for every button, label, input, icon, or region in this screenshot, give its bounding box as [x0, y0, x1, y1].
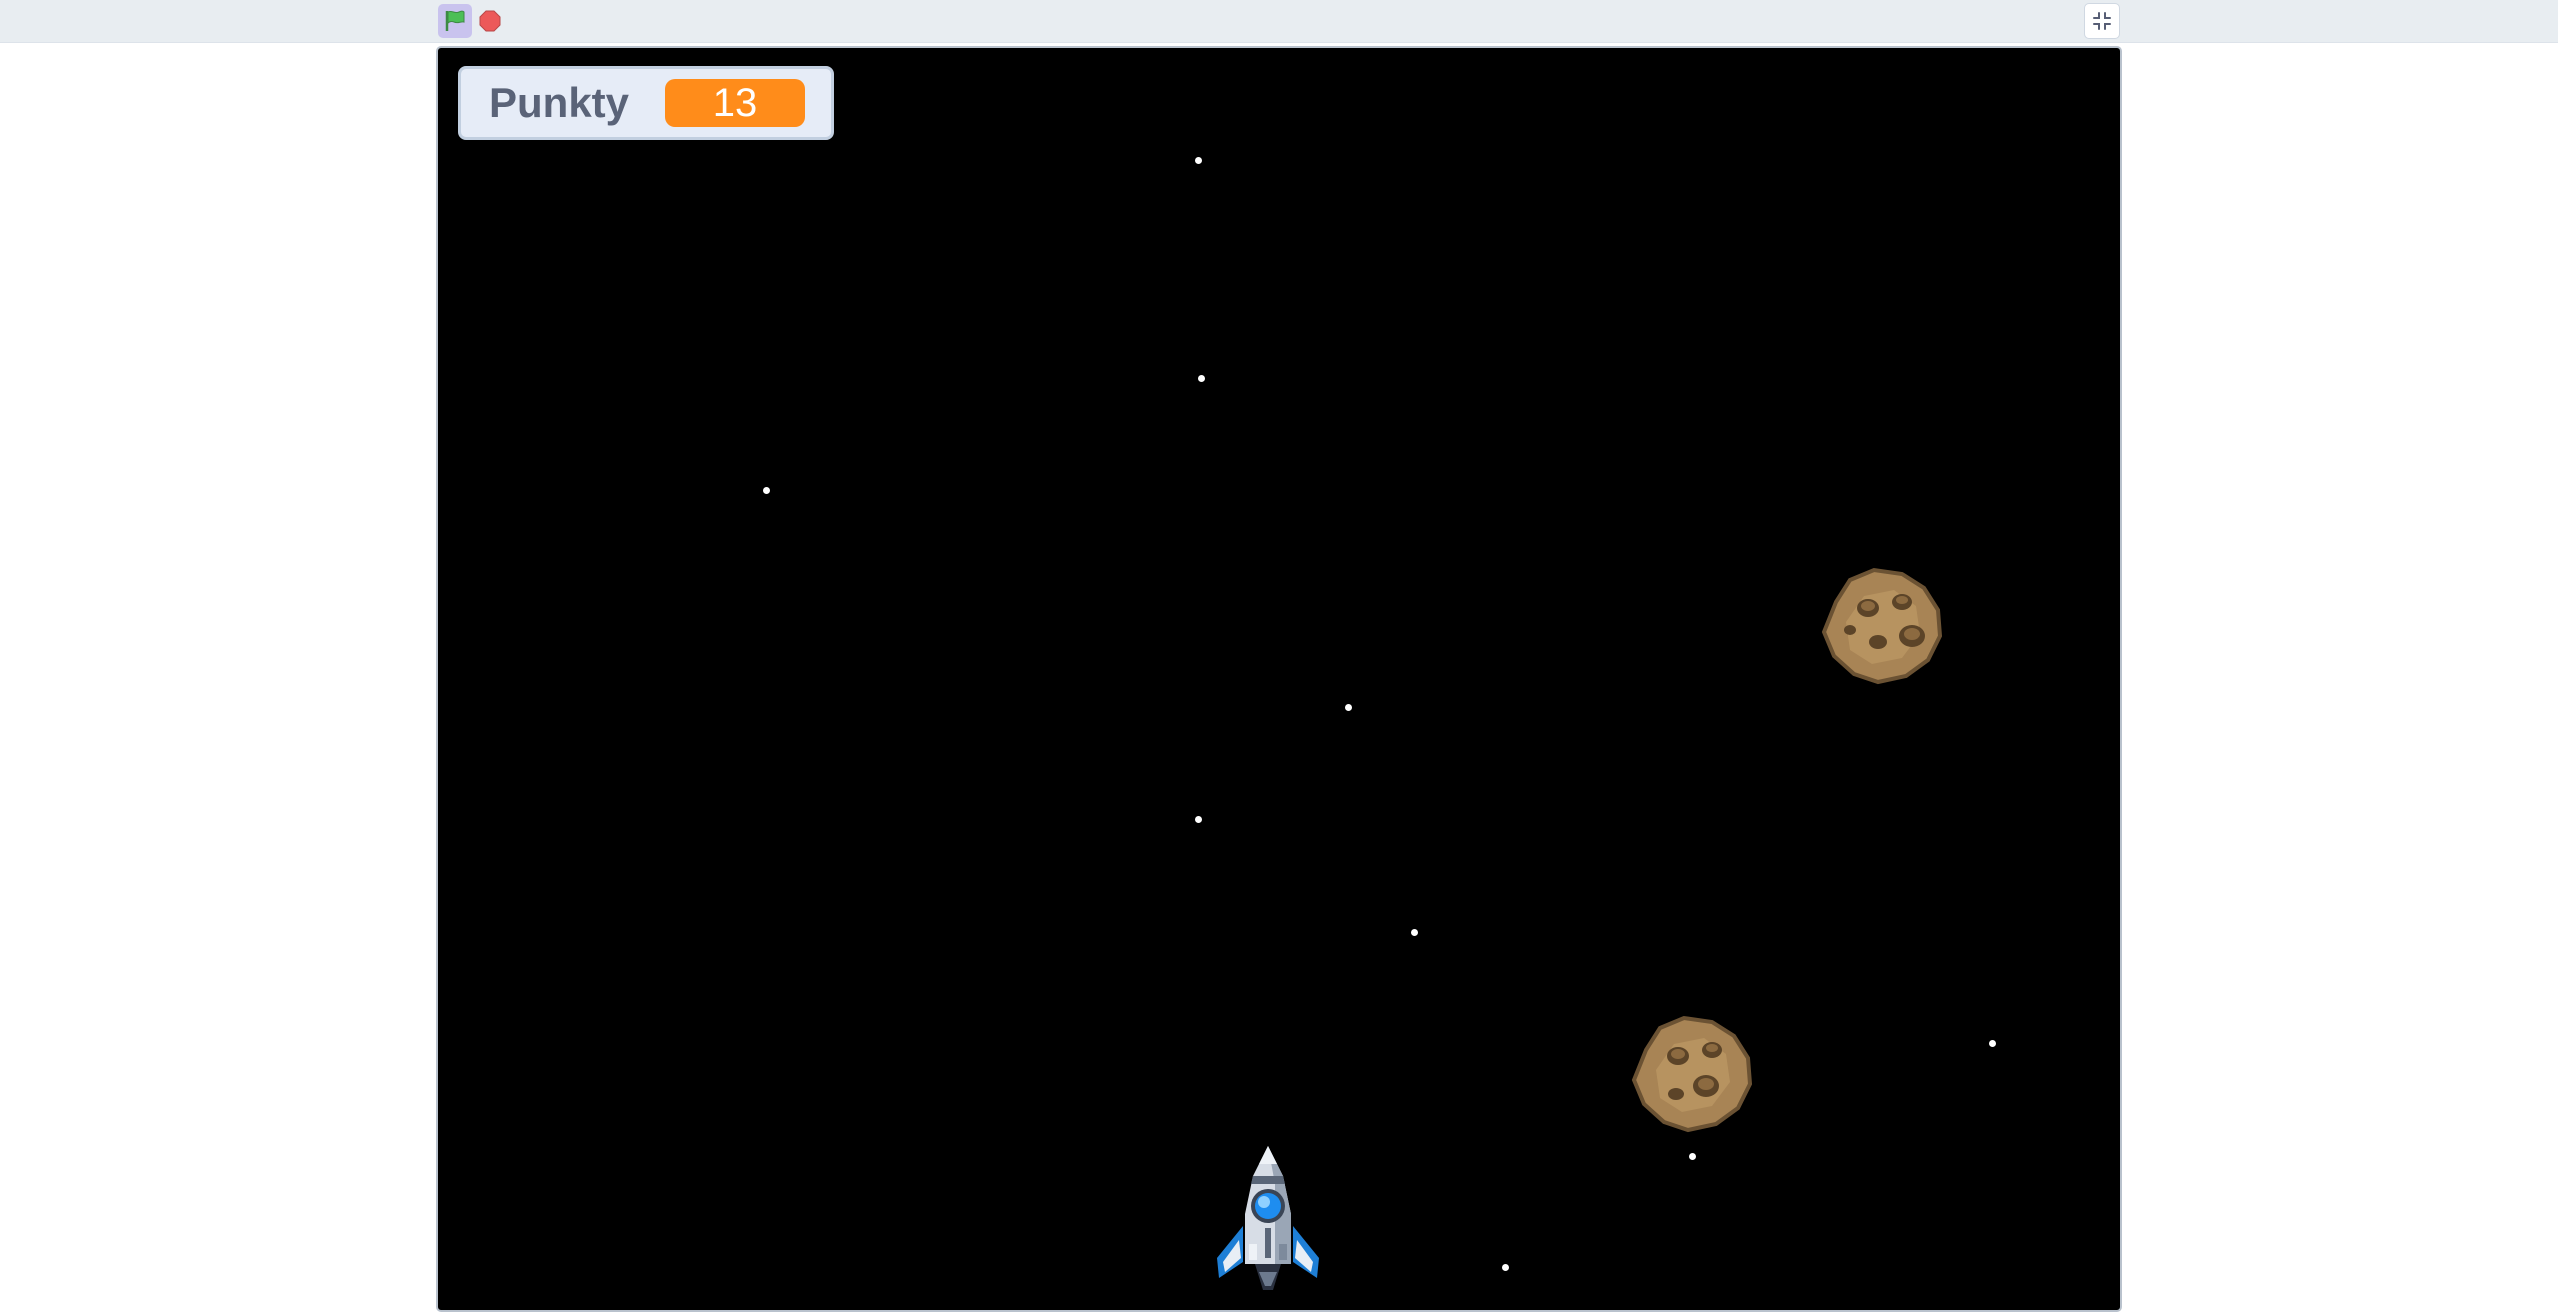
- score-value: 13: [665, 79, 805, 127]
- asteroid-sprite: [1821, 567, 1943, 685]
- stop-button[interactable]: [478, 9, 502, 33]
- game-stage[interactable]: Punkty 13: [436, 46, 2122, 1312]
- green-flag-icon: [445, 10, 465, 31]
- asteroid-sprite: [1631, 1015, 1753, 1133]
- star: [1195, 816, 1202, 823]
- score-monitor: Punkty 13: [458, 66, 834, 140]
- star: [1198, 375, 1205, 382]
- stage-header: [0, 0, 2558, 43]
- exit-fullscreen-icon: [2093, 12, 2111, 30]
- score-label: Punkty: [489, 79, 630, 126]
- exit-fullscreen-button[interactable]: [2084, 3, 2120, 39]
- star: [1502, 1264, 1509, 1271]
- star: [1989, 1040, 1996, 1047]
- star: [1689, 1153, 1696, 1160]
- green-flag-button[interactable]: [438, 4, 472, 38]
- star: [1411, 929, 1418, 936]
- star: [763, 487, 770, 494]
- star: [1345, 704, 1352, 711]
- star: [1195, 157, 1202, 164]
- rocket-ship-sprite[interactable]: [1213, 1144, 1323, 1294]
- stop-sign-icon: [479, 10, 501, 32]
